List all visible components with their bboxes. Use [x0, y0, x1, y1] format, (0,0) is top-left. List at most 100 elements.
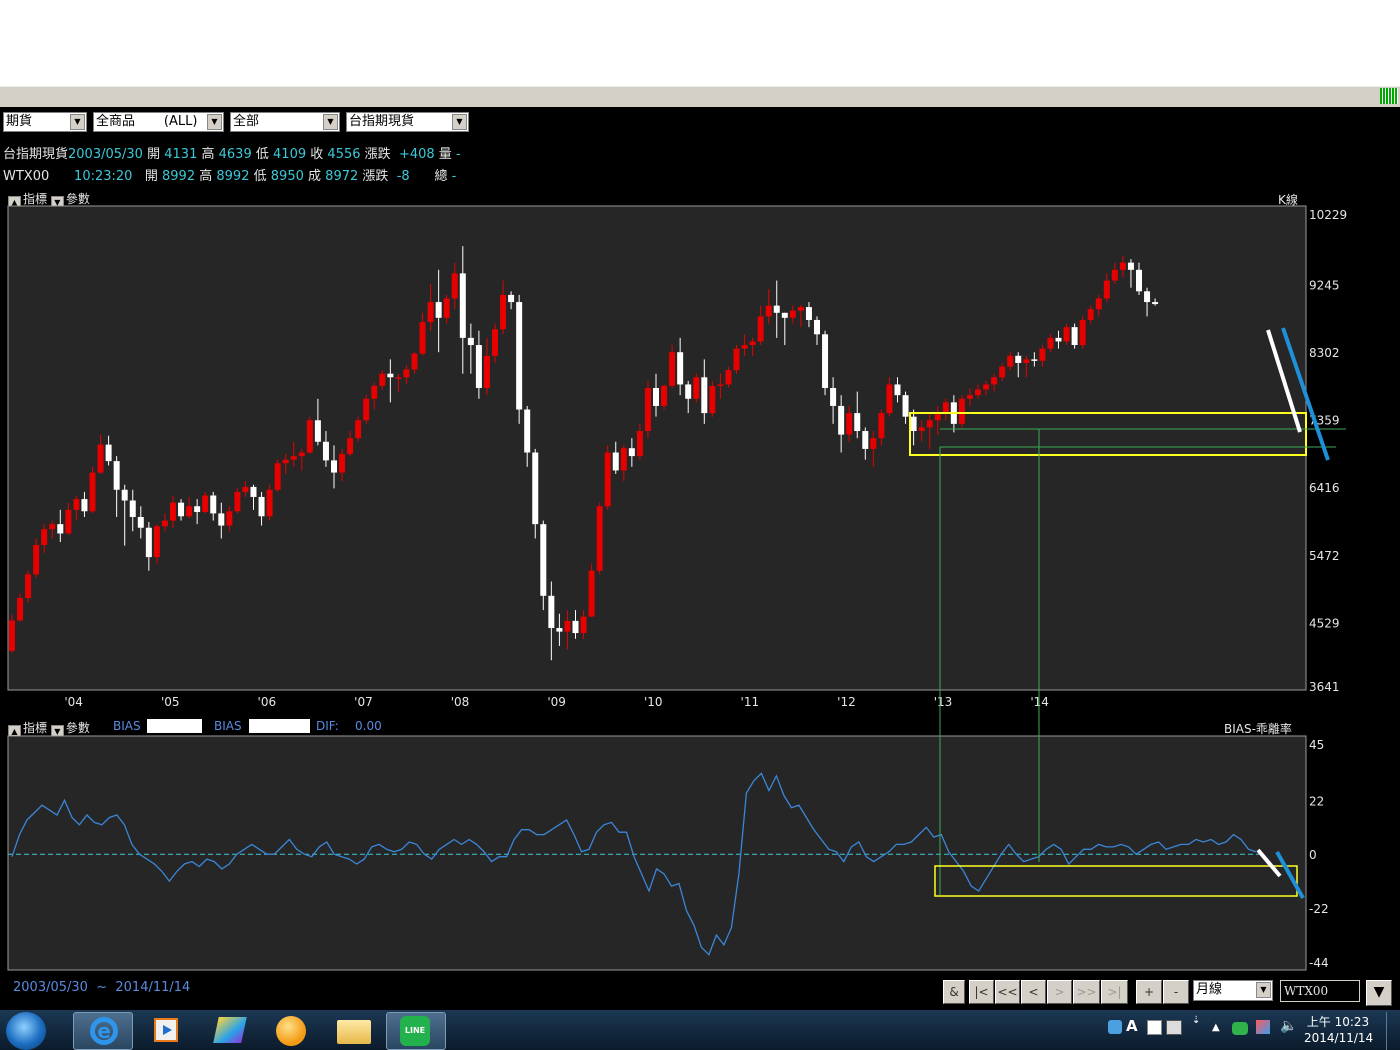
candle-body	[411, 353, 418, 370]
candle-body	[57, 524, 64, 534]
media-player-icon[interactable]	[140, 1012, 198, 1048]
fullwidth-icon[interactable]	[1147, 1020, 1162, 1035]
candle-body	[862, 431, 869, 449]
x-tick-label: '07	[354, 695, 373, 709]
candle-body	[170, 502, 176, 521]
candle-body	[25, 574, 32, 598]
last-button[interactable]: >|	[1101, 980, 1128, 1004]
candle-body	[701, 377, 708, 414]
show-hidden-icons[interactable]: ▲	[1212, 1022, 1220, 1033]
bias-plot-area	[7, 735, 1307, 971]
candle-body	[620, 448, 627, 471]
candle-body	[137, 516, 144, 528]
candle-body	[250, 486, 257, 497]
candle-body	[902, 395, 909, 417]
interval-select[interactable]: 月線 ▼	[1193, 980, 1273, 1001]
candle-body	[41, 529, 48, 545]
candle-body	[1119, 262, 1126, 270]
candle-body	[524, 409, 531, 453]
candle-body	[1127, 262, 1134, 270]
candle-body	[194, 506, 201, 512]
candle-body	[975, 389, 981, 396]
back-button[interactable]: <	[1021, 980, 1046, 1004]
keyboard-icon[interactable]	[1166, 1020, 1182, 1035]
clock[interactable]: 上午 10:23 2014/11/14	[1304, 1014, 1374, 1046]
candle-body	[226, 511, 233, 526]
y-tick-label: 5472	[1309, 549, 1340, 563]
date-range: 2003/05/30 ~ 2014/11/14	[13, 980, 190, 995]
candle-body	[97, 444, 104, 473]
ie-icon[interactable]: e	[73, 1012, 133, 1050]
x-tick-label: '11	[741, 695, 760, 709]
candle-body	[282, 459, 289, 464]
x-tick-label: '12	[837, 695, 856, 709]
candle-body	[33, 544, 40, 575]
x-tick-label: '10	[644, 695, 663, 709]
candle-body	[725, 370, 732, 385]
candle-body	[298, 452, 305, 457]
candle-body	[1015, 355, 1022, 363]
symbol-input[interactable]: WTX00	[1280, 980, 1360, 1002]
page-forward-button[interactable]: >>	[1073, 980, 1100, 1004]
candle-body	[516, 302, 523, 410]
candle-body	[966, 395, 973, 399]
clock-time: 上午 10:23	[1306, 1015, 1370, 1029]
candle-body	[210, 495, 217, 514]
candle-body	[347, 438, 354, 454]
clock-date: 2014/11/14	[1304, 1031, 1374, 1045]
candle-body	[266, 489, 273, 517]
line-icon[interactable]: LINE	[386, 1012, 446, 1050]
paint-icon[interactable]	[200, 1012, 258, 1048]
candle-body	[918, 427, 925, 432]
page-back-button[interactable]: <<	[995, 980, 1020, 1004]
candle-body	[65, 509, 72, 534]
candle-body	[274, 463, 281, 490]
candle-body	[1079, 319, 1086, 346]
x-tick-label: '13	[934, 695, 953, 709]
candle-body	[322, 441, 329, 461]
show-desktop-button[interactable]	[1386, 1012, 1399, 1050]
first-button[interactable]: |<	[969, 980, 994, 1004]
x-tick-label: '05	[161, 695, 180, 709]
candle-body	[564, 620, 571, 632]
y-tick-label: 10229	[1309, 208, 1347, 222]
candle-body	[1095, 298, 1102, 310]
candle-body	[886, 384, 893, 414]
y-tick-label: 4529	[1309, 616, 1340, 630]
candle-body	[757, 316, 764, 342]
candle-body	[427, 302, 434, 323]
candle-body	[749, 341, 756, 346]
candle-body	[1039, 348, 1046, 361]
candle-body	[548, 595, 555, 629]
candle-body	[636, 431, 643, 457]
candle-body	[403, 369, 410, 378]
y-tick-label: 6416	[1309, 481, 1340, 495]
zoom-out-button[interactable]: -	[1163, 980, 1189, 1004]
language-icon[interactable]	[1108, 1020, 1122, 1034]
dropdown-arrow-icon[interactable]: ▼	[1366, 980, 1392, 1006]
candle-body	[789, 310, 796, 318]
chat-tray-icon[interactable]	[1232, 1022, 1248, 1035]
speaker-icon[interactable]: 🔈	[1280, 1018, 1297, 1034]
candle-body	[958, 398, 965, 424]
candle-body	[556, 628, 563, 632]
orange-app-icon[interactable]	[262, 1012, 320, 1048]
candle-body	[765, 305, 772, 317]
folder-icon[interactable]	[325, 1012, 383, 1048]
candle-body	[653, 388, 659, 406]
candle-body	[1023, 359, 1030, 363]
candle-body	[355, 420, 362, 439]
candle-body	[781, 312, 788, 318]
ime-options-icon[interactable]: ⇣	[1192, 1016, 1200, 1026]
x-tick-label: '04	[64, 695, 83, 709]
and-button[interactable]: &	[943, 980, 965, 1004]
candle-body	[492, 329, 498, 356]
ime-mode-icon[interactable]: A	[1126, 1017, 1138, 1035]
start-icon[interactable]	[6, 1012, 46, 1050]
candle-body	[1071, 327, 1078, 346]
forward-button[interactable]: >	[1047, 980, 1072, 1004]
zoom-in-button[interactable]: +	[1136, 980, 1162, 1004]
flag-icon[interactable]	[1256, 1020, 1270, 1034]
candle-body	[73, 499, 80, 510]
candle-body	[830, 388, 837, 406]
